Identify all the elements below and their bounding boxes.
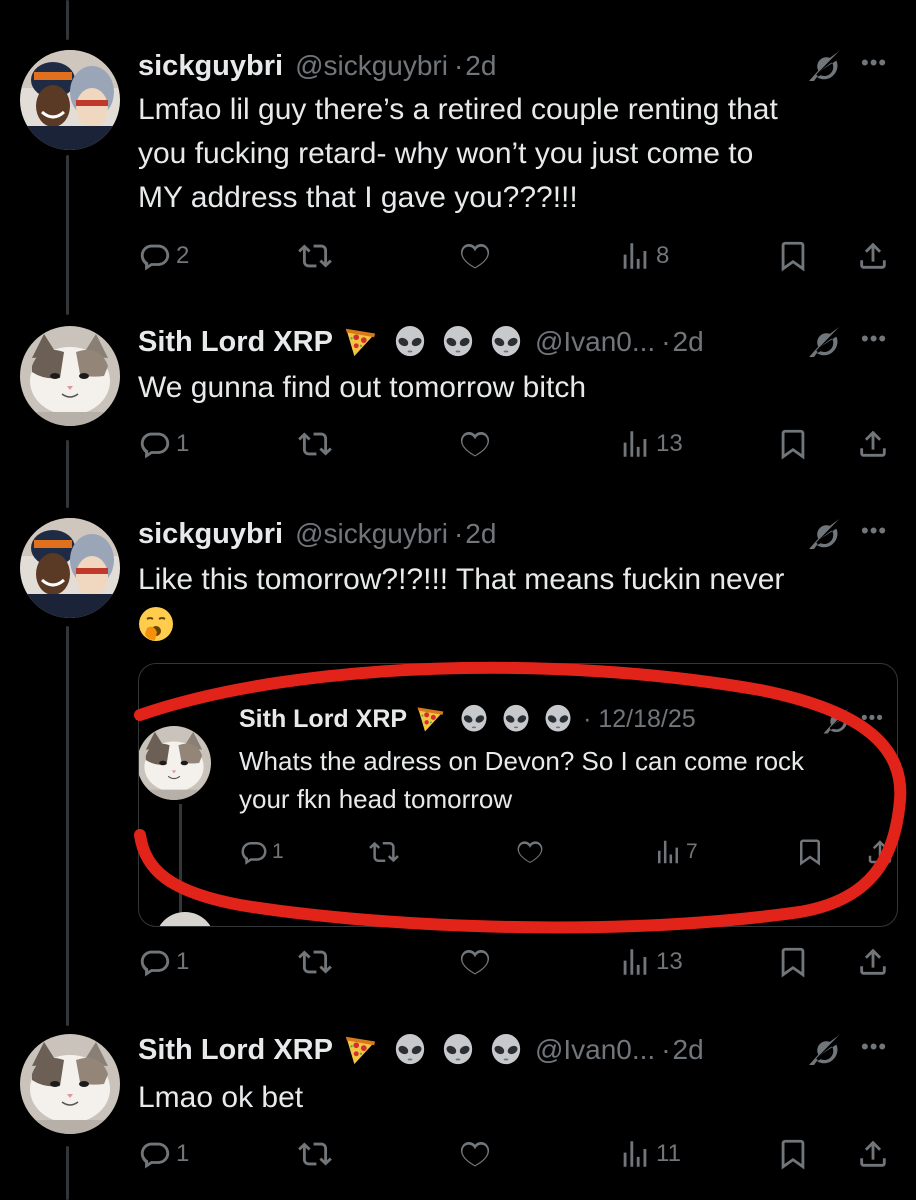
tweet-text-line: Lmao ok bet [138,1081,304,1114]
reply-count: 1 [176,1140,190,1167]
like-button[interactable] [458,1134,492,1174]
timestamp[interactable]: 2d [673,1034,704,1066]
display-name[interactable]: Sith Lord XRP [138,1034,333,1067]
pizza-emoji [343,1033,377,1067]
separator-dot: · [661,1034,671,1065]
tweet-header: Sith Lord XRP @Ivan0... · 2d [138,1030,704,1070]
grok-icon[interactable] [806,1032,842,1068]
tweet-text: Lmao ok bet [138,1076,898,1120]
alien-emoji [393,1033,427,1067]
reply-icon [138,1137,172,1171]
avatar[interactable] [20,1034,120,1134]
reply-button[interactable]: 1 [138,1134,189,1174]
share-icon [856,1137,890,1171]
more-icon[interactable]: ••• [861,1034,887,1060]
views-count: 11 [656,1140,681,1167]
share-button[interactable] [856,1134,890,1174]
heart-icon [458,1137,492,1171]
alien-emoji [489,1033,523,1067]
alien-emoji [441,1033,475,1067]
bookmark-icon [776,1137,810,1171]
tweet[interactable]: Sith Lord XRP @Ivan0... · 2d ••• Lmao ok… [0,0,916,1200]
retweet-button[interactable] [298,1134,332,1174]
handle[interactable]: @Ivan0... [535,1034,655,1066]
views-icon [618,1137,652,1171]
action-bar: 1 11 [138,1134,898,1174]
bookmark-button[interactable] [776,1134,810,1174]
retweet-icon [298,1137,332,1171]
views-button[interactable]: 11 [618,1134,681,1174]
